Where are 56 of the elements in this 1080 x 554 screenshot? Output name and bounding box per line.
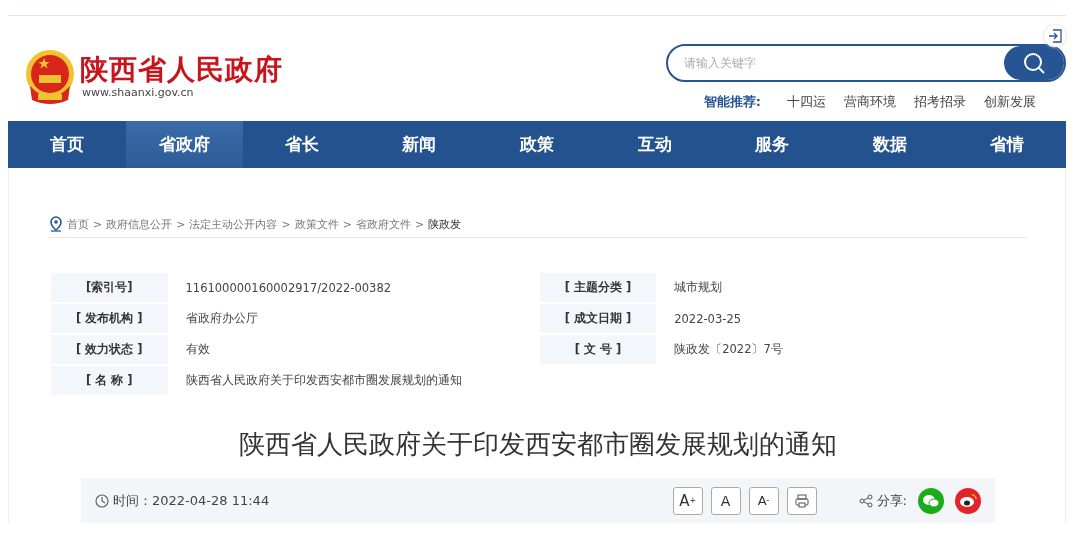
breadcrumb-separator: > — [176, 217, 186, 231]
nav-tab[interactable]: 省情 — [948, 121, 1067, 168]
nav-tab[interactable]: 政策 — [478, 121, 596, 168]
breadcrumb-link[interactable]: 法定主动公开内容 — [189, 216, 278, 232]
breadcrumb-separator: > — [414, 217, 425, 231]
site-url: www.shaanxi.gov.cn — [82, 86, 195, 99]
publish-time: 时间：2022-04-28 11:44 — [113, 491, 270, 510]
recommend-link[interactable]: 营商环境 — [844, 93, 896, 111]
recommend-link[interactable]: 十四运 — [787, 93, 826, 111]
breadcrumb-separator: > — [93, 217, 103, 231]
clock-icon — [95, 493, 109, 508]
emblem-icon — [24, 49, 76, 104]
font-smaller-button[interactable]: A$^{-}$ — [748, 486, 779, 515]
login-button[interactable] — [1044, 25, 1066, 47]
breadcrumb-link[interactable]: 政府信息公开 — [106, 216, 173, 232]
share-label: 分享: — [876, 491, 907, 510]
nav-tab[interactable]: 服务 — [713, 121, 831, 168]
location-icon — [49, 216, 63, 232]
breadcrumb-separator: > — [281, 217, 291, 231]
share-icon — [858, 493, 873, 508]
field-label: [ 名 称 ] — [50, 365, 169, 396]
font-larger-button[interactable]: A$^{+}$ — [672, 486, 703, 515]
nav-tab[interactable]: 互动 — [595, 121, 714, 168]
printer-icon — [793, 492, 810, 509]
nav-tab[interactable]: 省长 — [243, 121, 361, 168]
nav-tab[interactable]: 数据 — [830, 121, 949, 168]
field-label: [ 效力状态 ] — [50, 334, 169, 365]
recommend-link[interactable]: 创新发展 — [984, 93, 1036, 111]
article-title: 陕西省人民政府关于印发西安都市圈发展规划的通知 — [237, 428, 838, 461]
recommend-link[interactable]: 招考招录 — [914, 93, 966, 111]
wechat-share-button[interactable] — [918, 487, 944, 514]
login-icon — [1048, 29, 1062, 43]
field-label: [ 文 号 ] — [538, 334, 658, 365]
search-input[interactable]: 请输入关键字 — [682, 55, 986, 71]
chat-bubbles-icon — [922, 493, 940, 508]
weibo-share-button[interactable] — [955, 487, 981, 514]
recommend-label: 智能推荐: — [703, 93, 761, 111]
field-label: [ 成文日期 ] — [538, 303, 658, 334]
breadcrumb-link[interactable]: 政策文件 — [294, 216, 339, 232]
nav-tab[interactable]: 首页 — [8, 121, 126, 168]
search-icon — [1022, 51, 1046, 75]
field-label: [ 主题分类 ] — [538, 272, 658, 303]
breadcrumb-link[interactable]: 首页 — [67, 216, 89, 232]
site-name: 陕西省人民政府 — [80, 54, 283, 86]
search-field[interactable]: 请输入关键字 — [666, 44, 1066, 82]
font-normal-button[interactable]: A — [710, 486, 741, 515]
breadcrumb-separator: > — [342, 217, 352, 231]
field-label: [ 发布机构 ] — [50, 303, 169, 334]
eye-swirl-icon — [959, 493, 977, 508]
nav-tab[interactable]: 新闻 — [360, 121, 479, 168]
field-label: [索引号] — [50, 272, 169, 303]
search-button[interactable] — [1004, 46, 1064, 80]
print-button[interactable] — [786, 486, 817, 515]
breadcrumb-current: 陕政发 — [428, 216, 462, 232]
nav-tab[interactable]: 省政府 — [125, 121, 244, 168]
breadcrumb-link[interactable]: 省政府文件 — [355, 216, 411, 232]
